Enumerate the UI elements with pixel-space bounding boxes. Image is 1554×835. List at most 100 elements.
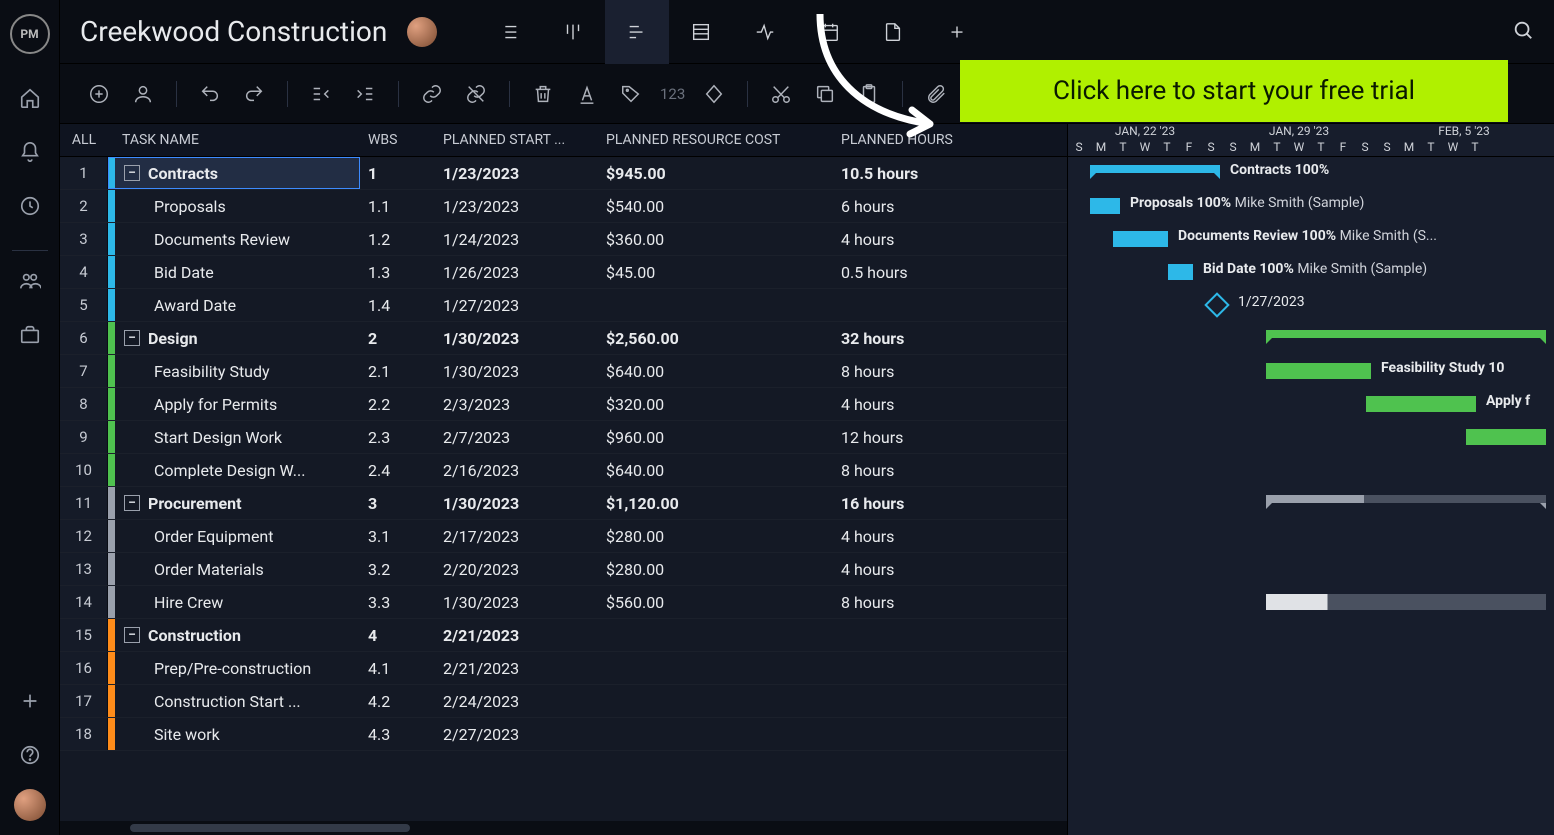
wbs-cell[interactable]: 3 — [360, 487, 435, 519]
add-icon[interactable] — [10, 681, 50, 721]
gantt-task-bar[interactable] — [1366, 396, 1476, 412]
gantt-summary-bar[interactable] — [1266, 495, 1546, 503]
gantt-task-bar[interactable] — [1113, 231, 1168, 247]
start-cell[interactable]: 2/27/2023 — [435, 718, 598, 750]
cost-cell[interactable]: $540.00 — [598, 190, 833, 222]
hours-cell[interactable] — [833, 685, 993, 717]
task-name-cell[interactable]: Documents Review — [108, 223, 360, 255]
hours-cell[interactable]: 10.5 hours — [833, 157, 993, 189]
wbs-cell[interactable]: 1.4 — [360, 289, 435, 321]
collapse-toggle-icon[interactable]: − — [124, 495, 140, 511]
start-cell[interactable]: 1/26/2023 — [435, 256, 598, 288]
sheet-view-tab[interactable] — [669, 0, 733, 64]
cost-cell[interactable]: $280.00 — [598, 520, 833, 552]
task-name-cell[interactable]: Complete Design W... — [108, 454, 360, 486]
col-header-cost[interactable]: PLANNED RESOURCE COST — [598, 124, 833, 156]
collapse-toggle-icon[interactable]: − — [124, 627, 140, 643]
task-name-cell[interactable]: Feasibility Study — [108, 355, 360, 387]
horizontal-scrollbar[interactable] — [60, 821, 1067, 835]
cost-cell[interactable]: $320.00 — [598, 388, 833, 420]
task-row[interactable]: 16Prep/Pre-construction4.12/21/2023 — [60, 652, 1067, 685]
hours-cell[interactable]: 8 hours — [833, 586, 993, 618]
hours-cell[interactable] — [833, 289, 993, 321]
start-cell[interactable]: 2/20/2023 — [435, 553, 598, 585]
task-row[interactable]: 7Feasibility Study2.11/30/2023$640.008 h… — [60, 355, 1067, 388]
wbs-cell[interactable]: 3.3 — [360, 586, 435, 618]
user-avatar[interactable] — [14, 789, 46, 821]
recent-icon[interactable] — [10, 186, 50, 226]
gantt-task-bar[interactable] — [1168, 264, 1193, 280]
wbs-cell[interactable]: 4 — [360, 619, 435, 651]
gantt-task-bar[interactable] — [1090, 198, 1120, 214]
start-cell[interactable]: 2/3/2023 — [435, 388, 598, 420]
project-avatar[interactable] — [407, 17, 437, 47]
collapse-toggle-icon[interactable]: − — [124, 165, 140, 181]
task-name-cell[interactable]: Order Equipment — [108, 520, 360, 552]
task-row[interactable]: 14Hire Crew3.31/30/2023$560.008 hours — [60, 586, 1067, 619]
wbs-cell[interactable]: 3.2 — [360, 553, 435, 585]
cost-cell[interactable] — [598, 289, 833, 321]
gantt-task-bar[interactable] — [1466, 429, 1546, 445]
cost-cell[interactable]: $45.00 — [598, 256, 833, 288]
task-row[interactable]: 8Apply for Permits2.22/3/2023$320.004 ho… — [60, 388, 1067, 421]
task-row[interactable]: 6−Design21/30/2023$2,560.0032 hours — [60, 322, 1067, 355]
files-view-tab[interactable] — [861, 0, 925, 64]
task-row[interactable]: 1−Contracts11/23/2023$945.0010.5 hours — [60, 157, 1067, 190]
cost-cell[interactable] — [598, 652, 833, 684]
task-name-cell[interactable]: Bid Date — [108, 256, 360, 288]
add-task-icon[interactable] — [80, 75, 118, 113]
task-row[interactable]: 15−Construction42/21/2023 — [60, 619, 1067, 652]
cost-cell[interactable]: $945.00 — [598, 157, 833, 189]
start-cell[interactable]: 2/21/2023 — [435, 619, 598, 651]
task-name-cell[interactable]: Prep/Pre-construction — [108, 652, 360, 684]
cut-icon[interactable] — [762, 75, 800, 113]
board-view-tab[interactable] — [541, 0, 605, 64]
task-name-cell[interactable]: Hire Crew — [108, 586, 360, 618]
hours-cell[interactable]: 4 hours — [833, 388, 993, 420]
gantt-summary-bar[interactable] — [1266, 330, 1546, 338]
start-cell[interactable]: 2/17/2023 — [435, 520, 598, 552]
wbs-cell[interactable]: 2.2 — [360, 388, 435, 420]
hours-cell[interactable]: 12 hours — [833, 421, 993, 453]
list-view-tab[interactable] — [477, 0, 541, 64]
team-icon[interactable] — [10, 261, 50, 301]
cost-cell[interactable]: $280.00 — [598, 553, 833, 585]
task-name-cell[interactable]: −Procurement — [108, 487, 360, 519]
task-row[interactable]: 10Complete Design W...2.42/16/2023$640.0… — [60, 454, 1067, 487]
milestone-icon[interactable] — [695, 75, 733, 113]
hours-cell[interactable]: 4 hours — [833, 520, 993, 552]
hours-cell[interactable]: 32 hours — [833, 322, 993, 354]
task-row[interactable]: 11−Procurement31/30/2023$1,120.0016 hour… — [60, 487, 1067, 520]
task-name-cell[interactable]: Proposals — [108, 190, 360, 222]
wbs-cell[interactable]: 1 — [360, 157, 435, 189]
cost-cell[interactable]: $960.00 — [598, 421, 833, 453]
task-name-cell[interactable]: Site work — [108, 718, 360, 750]
task-name-cell[interactable]: Award Date — [108, 289, 360, 321]
redo-icon[interactable] — [235, 75, 273, 113]
task-row[interactable]: 13Order Materials3.22/20/2023$280.004 ho… — [60, 553, 1067, 586]
calendar-view-tab[interactable] — [797, 0, 861, 64]
help-icon[interactable] — [10, 735, 50, 775]
wbs-cell[interactable]: 4.1 — [360, 652, 435, 684]
start-cell[interactable]: 1/23/2023 — [435, 157, 598, 189]
task-row[interactable]: 2Proposals1.11/23/2023$540.006 hours — [60, 190, 1067, 223]
cost-cell[interactable] — [598, 718, 833, 750]
hours-cell[interactable]: 16 hours — [833, 487, 993, 519]
wbs-cell[interactable]: 4.2 — [360, 685, 435, 717]
wbs-cell[interactable]: 3.1 — [360, 520, 435, 552]
outdent-icon[interactable] — [302, 75, 340, 113]
wbs-cell[interactable]: 1.3 — [360, 256, 435, 288]
hours-cell[interactable]: 0.5 hours — [833, 256, 993, 288]
col-header-hours[interactable]: PLANNED HOURS — [833, 124, 993, 156]
task-name-cell[interactable]: Start Design Work — [108, 421, 360, 453]
start-cell[interactable]: 1/24/2023 — [435, 223, 598, 255]
start-cell[interactable]: 2/21/2023 — [435, 652, 598, 684]
start-cell[interactable]: 1/30/2023 — [435, 322, 598, 354]
attachment-icon[interactable] — [917, 75, 955, 113]
wbs-cell[interactable]: 4.3 — [360, 718, 435, 750]
assign-user-icon[interactable] — [124, 75, 162, 113]
start-cell[interactable]: 2/24/2023 — [435, 685, 598, 717]
notifications-icon[interactable] — [10, 132, 50, 172]
collapse-toggle-icon[interactable]: − — [124, 330, 140, 346]
wbs-cell[interactable]: 2.4 — [360, 454, 435, 486]
